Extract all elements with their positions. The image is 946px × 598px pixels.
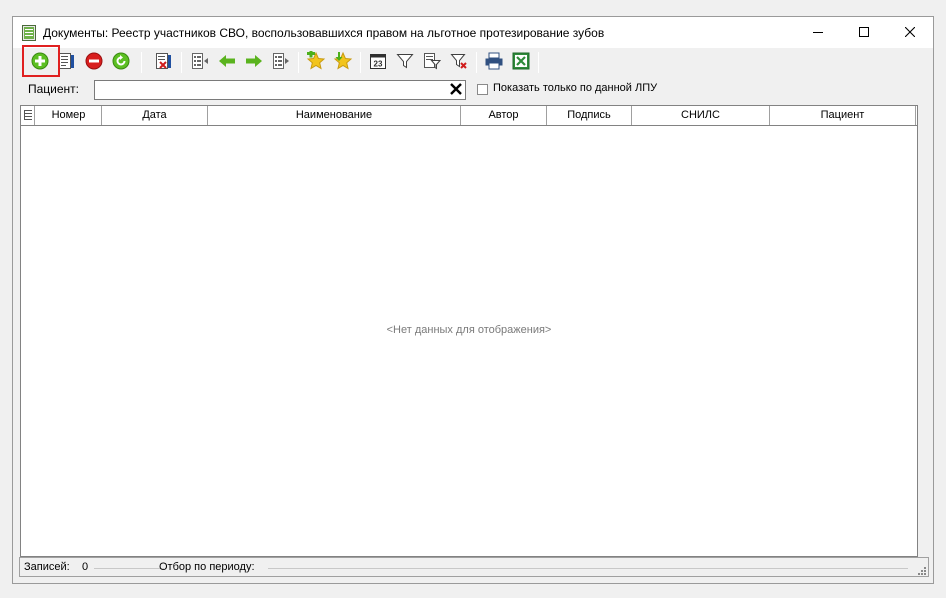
print-icon <box>484 52 504 73</box>
column-header-author[interactable]: Автор <box>461 106 547 125</box>
delete-list-icon <box>155 52 173 73</box>
columns-icon <box>191 52 209 73</box>
move-left-button[interactable] <box>216 51 238 73</box>
toolbar-separator <box>181 52 182 73</box>
toolbar-separator <box>538 52 539 73</box>
lpu-only-label[interactable]: Показать только по данной ЛПУ <box>493 82 657 94</box>
column-chooser-button[interactable] <box>21 106 35 125</box>
refresh-button[interactable] <box>110 51 132 73</box>
documents-grid[interactable]: Номер Дата Наименование Автор Подпись СН… <box>20 105 918 557</box>
svg-text:23: 23 <box>374 59 383 68</box>
clear-patient-button[interactable] <box>448 82 464 98</box>
maximize-icon <box>859 26 869 40</box>
delete-list-button[interactable] <box>153 51 175 73</box>
filter-bar: Пациент: Показать только по данной ЛПУ <box>19 77 929 104</box>
patient-label: Пациент: <box>28 82 80 96</box>
columns-right-icon <box>272 52 290 73</box>
toolbar-separator <box>298 52 299 73</box>
filter-icon <box>396 52 414 73</box>
filter-clear-button[interactable] <box>448 51 470 73</box>
excel-export-button[interactable] <box>510 51 532 73</box>
clear-icon <box>450 82 462 98</box>
favorite-down-button[interactable] <box>332 51 354 73</box>
toolbar-separator <box>141 52 142 73</box>
document-register-icon <box>22 25 36 41</box>
add-favorite-icon <box>306 49 326 74</box>
move-right-button[interactable] <box>243 51 265 73</box>
records-count: 0 <box>82 561 89 573</box>
print-button[interactable] <box>483 51 505 73</box>
window-title: Документы: Реестр участников СВО, воспол… <box>43 26 605 40</box>
close-button[interactable] <box>887 17 933 48</box>
edit-document-icon <box>58 52 76 73</box>
column-header-snils[interactable]: СНИЛС <box>632 106 770 125</box>
add-button-highlight <box>22 45 60 77</box>
column-header-number[interactable]: Номер <box>36 106 102 125</box>
title-bar[interactable]: Документы: Реестр участников СВО, воспол… <box>13 17 933 48</box>
columns-right-button[interactable] <box>270 51 292 73</box>
calendar-button[interactable]: 23 <box>367 51 389 73</box>
column-header-signature[interactable]: Подпись <box>547 106 632 125</box>
column-header-date[interactable]: Дата <box>102 106 208 125</box>
status-divider <box>268 568 908 569</box>
column-chooser-icon <box>23 109 32 123</box>
calendar-icon: 23 <box>369 52 387 73</box>
filter-button[interactable] <box>394 51 416 73</box>
filter-clear-icon <box>450 52 468 73</box>
arrow-left-icon <box>218 52 236 73</box>
column-header-name[interactable]: Наименование <box>208 106 461 125</box>
arrow-right-icon <box>245 52 263 73</box>
filter-edit-icon <box>423 52 442 73</box>
document-window: Документы: Реестр участников СВО, воспол… <box>12 16 934 584</box>
toolbar: 23 <box>13 48 933 77</box>
toolbar-separator <box>360 52 361 73</box>
column-header-patient[interactable]: Пациент <box>770 106 916 125</box>
lpu-only-checkbox[interactable] <box>477 84 488 95</box>
minimize-button[interactable] <box>795 17 841 48</box>
favorite-down-icon <box>333 51 353 74</box>
status-divider <box>94 568 164 569</box>
records-label: Записей: <box>24 561 70 573</box>
excel-export-icon <box>512 52 530 73</box>
refresh-icon <box>112 52 130 73</box>
patient-input[interactable] <box>94 80 466 100</box>
period-filter-label: Отбор по периоду: <box>159 561 255 573</box>
maximize-button[interactable] <box>841 17 887 48</box>
toolbar-separator <box>476 52 477 73</box>
columns-button[interactable] <box>189 51 211 73</box>
filter-edit-button[interactable] <box>421 51 443 73</box>
delete-icon <box>85 52 103 73</box>
resize-grip-icon[interactable] <box>916 564 926 575</box>
grid-header: Номер Дата Наименование Автор Подпись СН… <box>21 106 917 126</box>
close-icon <box>904 26 916 40</box>
minimize-icon <box>813 26 823 40</box>
delete-button[interactable] <box>83 51 105 73</box>
empty-grid-message: <Нет данных для отображения> <box>386 324 552 336</box>
add-favorite-button[interactable] <box>305 49 327 74</box>
status-bar: Записей: 0 Отбор по периоду: <box>19 557 929 577</box>
